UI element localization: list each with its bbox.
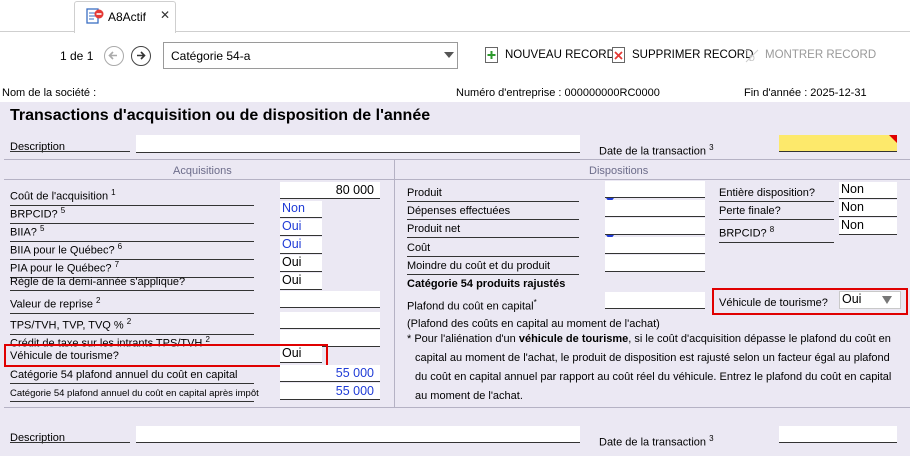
disp-brpcid-label: BRPCID? 8: [719, 223, 834, 243]
highlight-box: [4, 344, 328, 367]
description-input[interactable]: [136, 135, 580, 153]
cap-after-tax-value: 55 000: [335, 384, 374, 398]
business-number: Numéro d'entreprise : 000000000RC0000: [456, 87, 660, 99]
pia-quebec-label: PIA pour le Québec? 7: [10, 258, 254, 278]
tab-strip: A8Actif ✕: [0, 0, 910, 33]
new-record-label: NOUVEAU RECORD: [505, 49, 615, 61]
highlight-box: [712, 288, 908, 315]
new-record-button[interactable]: NOUVEAU RECORD: [484, 46, 615, 67]
terminal-loss-label: Perte finale?: [719, 205, 834, 220]
form-header: Nom de la société : Numéro d'entreprise …: [0, 83, 910, 102]
biia-input[interactable]: Oui: [280, 219, 322, 236]
full-disposition-value: Non: [841, 182, 864, 196]
expenses-label: Dépenses effectuées: [407, 205, 579, 220]
underline: [10, 151, 130, 152]
trade-in-input[interactable]: [280, 291, 380, 308]
tab-title: A8Actif: [108, 10, 147, 24]
trade-in-label: Valeur de reprise 2: [10, 294, 254, 314]
dispositions-heading: Dispositions: [589, 165, 649, 177]
page-title: Transactions d'acquisition ou de disposi…: [10, 107, 431, 124]
biia-quebec-value: Oui: [282, 237, 302, 251]
transaction-date-input-2[interactable]: [779, 426, 897, 443]
cap-after-tax-label: Catégorie 54 plafond annuel du coût en c…: [10, 387, 259, 402]
close-icon[interactable]: ✕: [160, 8, 170, 22]
cost-label: Coût: [407, 242, 579, 257]
cap-input[interactable]: 55 000: [280, 365, 380, 382]
show-record-label: MONTRER RECORD: [765, 49, 877, 61]
delete-record-label: SUPPRIMER RECORD: [632, 49, 754, 61]
capital-cost-limit-label: Plafond du coût en capital*: [407, 298, 537, 313]
biia-quebec-label: BIIA pour le Québec? 6: [10, 240, 254, 260]
half-year-rule-input[interactable]: Oui: [280, 273, 322, 290]
biia-value: Oui: [282, 219, 302, 233]
cap-value: 55 000: [335, 366, 374, 380]
new-record-icon: [484, 46, 500, 67]
pia-quebec-value: Oui: [282, 255, 302, 269]
column-divider: [394, 160, 395, 407]
lesser-cost-input[interactable]: [605, 255, 705, 272]
tab-a8actif[interactable]: A8Actif ✕: [74, 1, 176, 33]
transaction-date-label: Date de la transaction 3: [599, 143, 714, 158]
divider: [4, 179, 394, 180]
transaction-date-input[interactable]: [779, 135, 897, 152]
form-area: Nom de la société : Numéro d'entreprise …: [0, 83, 910, 456]
disp-brpcid-value: Non: [841, 218, 864, 232]
half-year-rule-value: Oui: [282, 273, 302, 287]
taxes-label: TPS/TVH, TVP, TVQ % 2: [10, 315, 254, 335]
acquisition-cost-value: 80 000: [335, 183, 374, 197]
terminal-loss-input[interactable]: Non: [839, 200, 897, 217]
full-disposition-input[interactable]: Non: [839, 182, 897, 199]
acquisitions-heading: Acquisitions: [173, 165, 232, 177]
forward-arrow-icon[interactable]: [131, 46, 151, 66]
description-label-2: Description: [10, 432, 66, 444]
acquisition-cost-input[interactable]: 80 000: [280, 182, 380, 199]
half-year-rule-label: Règle de la demi-année s'applique?: [10, 276, 254, 291]
cost-input[interactable]: [605, 237, 705, 254]
divider: [395, 179, 910, 180]
biia-label: BIIA? 5: [10, 222, 254, 242]
show-record-button[interactable]: TD MONTRER RECORD: [743, 46, 876, 67]
adjusted-proceeds-heading: Catégorie 54 produits rajustés: [407, 278, 566, 290]
cap-after-tax-input[interactable]: 55 000: [280, 383, 380, 400]
acquisition-cost-label: Coût de l'acquisition 1: [10, 186, 254, 206]
brpcid-label: BRPCID? 5: [10, 204, 254, 224]
description-label: Description: [10, 141, 66, 153]
proceeds-input[interactable]: [605, 181, 705, 198]
biia-quebec-input[interactable]: Oui: [280, 237, 322, 254]
brpcid-value: Non: [282, 201, 305, 215]
description-input-2[interactable]: [136, 426, 580, 443]
document-icon: [86, 8, 104, 29]
taxes-input[interactable]: [280, 312, 380, 329]
page-indicator: 1 de 1: [60, 49, 94, 63]
pia-quebec-input[interactable]: Oui: [280, 255, 322, 272]
delete-record-button[interactable]: SUPPRIMER RECORD: [611, 46, 753, 67]
category-select-value: Catégorie 54-a: [171, 49, 251, 63]
brpcid-input[interactable]: Non: [280, 201, 322, 218]
underline: [10, 442, 130, 443]
year-end: Fin d'année : 2025-12-31: [744, 87, 867, 99]
back-arrow-icon[interactable]: [104, 46, 124, 66]
category-select[interactable]: Catégorie 54-a: [163, 42, 458, 69]
cap-label: Catégorie 54 plafond annuel du coût en c…: [10, 369, 254, 384]
divider: [4, 159, 910, 160]
net-proceeds-label: Produit net: [407, 223, 579, 238]
lesser-cost-label: Moindre du coût et du produit: [407, 260, 579, 275]
net-proceeds-input[interactable]: [605, 218, 705, 235]
proceeds-label: Produit: [407, 187, 579, 202]
transaction-date-label-2: Date de la transaction 3: [599, 434, 714, 449]
full-disposition-label: Entière disposition?: [719, 187, 834, 202]
company-name-label: Nom de la société :: [2, 87, 97, 99]
expenses-input[interactable]: [605, 200, 705, 217]
divider: [4, 407, 910, 408]
terminal-loss-value: Non: [841, 200, 864, 214]
delete-record-icon: [611, 46, 627, 67]
capital-cost-limit-input[interactable]: [605, 292, 705, 309]
disp-brpcid-input[interactable]: Non: [839, 218, 897, 235]
show-record-icon: TD: [743, 46, 761, 67]
tourism-vehicle-note: * Pour l'aliénation d'un véhicule de tou…: [407, 333, 892, 402]
chevron-down-icon: [444, 52, 454, 58]
